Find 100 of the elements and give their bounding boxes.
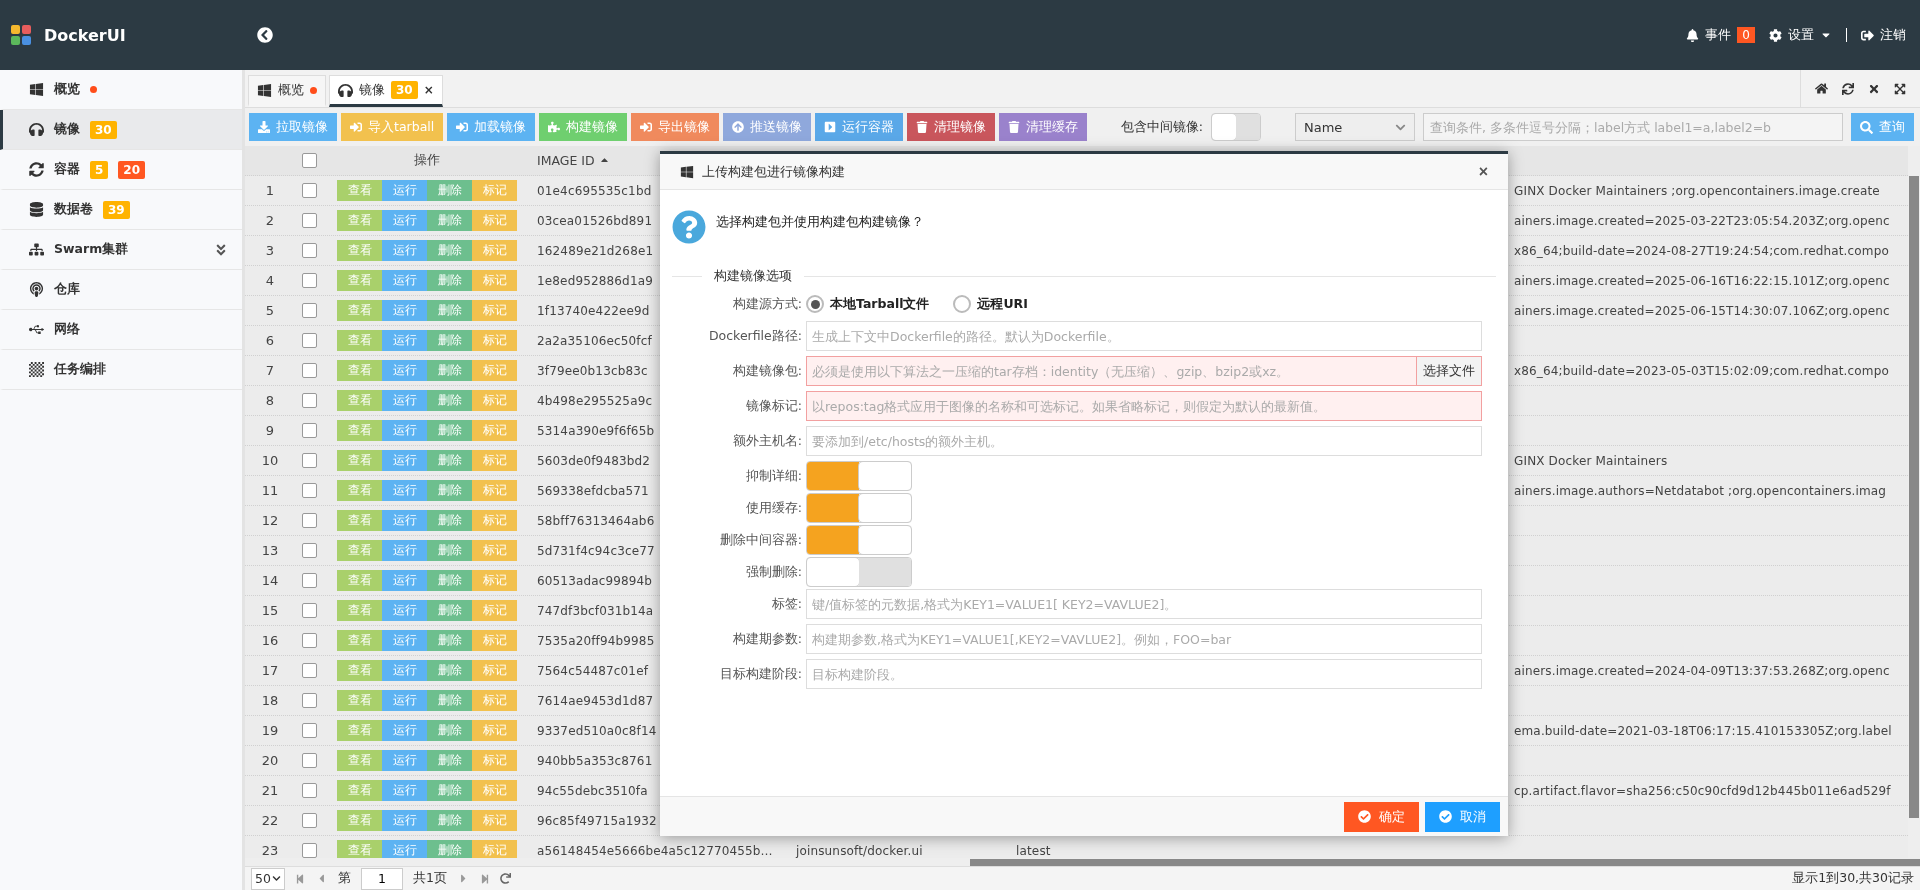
toolbar-button[interactable]: 导入tarball xyxy=(341,113,444,141)
tag-button[interactable]: 标记 xyxy=(472,720,517,741)
view-button[interactable]: 查看 xyxy=(337,720,382,741)
tag-button[interactable]: 标记 xyxy=(472,540,517,561)
view-button[interactable]: 查看 xyxy=(337,840,382,858)
checkbox[interactable] xyxy=(301,243,317,258)
delete-button[interactable]: 删除 xyxy=(427,360,472,381)
delete-button[interactable]: 删除 xyxy=(427,630,472,651)
checkbox[interactable] xyxy=(301,423,317,438)
refresh-icon[interactable] xyxy=(1842,82,1854,95)
view-button[interactable]: 查看 xyxy=(337,300,382,321)
fullscreen-icon[interactable] xyxy=(1894,82,1906,95)
run-button[interactable]: 运行 xyxy=(382,360,427,381)
run-button[interactable]: 运行 xyxy=(382,240,427,261)
search-button[interactable]: 查询 xyxy=(1851,113,1914,141)
sidebar-item[interactable]: 网络 xyxy=(0,310,242,350)
run-button[interactable]: 运行 xyxy=(382,840,427,858)
tag-button[interactable]: 标记 xyxy=(472,420,517,441)
delete-button[interactable]: 删除 xyxy=(427,420,472,441)
checkbox[interactable] xyxy=(301,183,317,198)
run-button[interactable]: 运行 xyxy=(382,630,427,651)
run-button[interactable]: 运行 xyxy=(382,450,427,471)
checkbox[interactable] xyxy=(301,483,317,498)
tag-button[interactable]: 标记 xyxy=(472,270,517,291)
tag-button[interactable]: 标记 xyxy=(472,810,517,831)
run-button[interactable]: 运行 xyxy=(382,600,427,621)
sidebar-item[interactable]: 容器 5 20 xyxy=(0,150,242,190)
view-button[interactable]: 查看 xyxy=(337,600,382,621)
run-button[interactable]: 运行 xyxy=(382,780,427,801)
checkbox[interactable] xyxy=(301,663,317,678)
tag-button[interactable]: 标记 xyxy=(472,360,517,381)
delete-button[interactable]: 删除 xyxy=(427,450,472,471)
checkbox[interactable] xyxy=(301,273,317,288)
tag-button[interactable]: 标记 xyxy=(472,240,517,261)
run-button[interactable]: 运行 xyxy=(382,210,427,231)
page-size-select[interactable]: 50 xyxy=(251,867,285,890)
delete-button[interactable]: 删除 xyxy=(427,540,472,561)
run-button[interactable]: 运行 xyxy=(382,540,427,561)
close-tab-button[interactable]: × xyxy=(423,83,434,97)
toggle-switch[interactable] xyxy=(806,557,912,587)
view-button[interactable]: 查看 xyxy=(337,330,382,351)
run-button[interactable]: 运行 xyxy=(382,750,427,771)
tag-button[interactable]: 标记 xyxy=(472,690,517,711)
toolbar-button[interactable]: 加载镜像 xyxy=(447,113,536,141)
tag-button[interactable]: 标记 xyxy=(472,660,517,681)
view-button[interactable]: 查看 xyxy=(337,450,382,471)
checkbox[interactable] xyxy=(301,843,317,858)
delete-button[interactable]: 删除 xyxy=(427,750,472,771)
checkbox[interactable] xyxy=(301,363,317,378)
page-input[interactable]: 1 xyxy=(361,867,403,890)
tag-button[interactable]: 标记 xyxy=(472,630,517,651)
view-button[interactable]: 查看 xyxy=(337,270,382,291)
tag-button[interactable]: 标记 xyxy=(472,300,517,321)
radio-option[interactable]: 本地Tarball文件 xyxy=(806,295,930,313)
delete-button[interactable]: 删除 xyxy=(427,660,472,681)
run-button[interactable]: 运行 xyxy=(382,420,427,441)
tag-button[interactable]: 标记 xyxy=(472,390,517,411)
sidebar-item[interactable]: 镜像 30 xyxy=(0,110,242,150)
choose-file-button[interactable]: 选择文件 xyxy=(1417,356,1482,386)
toggle-switch[interactable] xyxy=(806,461,912,491)
checkbox[interactable] xyxy=(301,543,317,558)
toggle-switch[interactable] xyxy=(1211,113,1261,141)
toolbar-button[interactable]: 导出镜像 xyxy=(631,113,720,141)
tag-button[interactable]: 标记 xyxy=(472,180,517,201)
checkbox[interactable] xyxy=(301,603,317,618)
sidebar-item[interactable]: Swarm集群 xyxy=(0,230,242,270)
view-button[interactable]: 查看 xyxy=(337,360,382,381)
tag-button[interactable]: 标记 xyxy=(472,450,517,471)
delete-button[interactable]: 删除 xyxy=(427,270,472,291)
toolbar-button[interactable]: 清理缓存 xyxy=(999,113,1088,141)
settings-icon[interactable] xyxy=(1769,28,1782,42)
run-button[interactable]: 运行 xyxy=(382,810,427,831)
checkbox[interactable] xyxy=(301,303,317,318)
checkbox[interactable] xyxy=(301,723,317,738)
settings-link[interactable]: 设置 xyxy=(1788,26,1814,44)
radio-button[interactable] xyxy=(806,295,824,313)
view-button[interactable]: 查看 xyxy=(337,210,382,231)
tag-button[interactable]: 标记 xyxy=(472,840,517,858)
tag-button[interactable]: 标记 xyxy=(472,330,517,351)
view-button[interactable]: 查看 xyxy=(337,420,382,441)
run-button[interactable]: 运行 xyxy=(382,330,427,351)
run-button[interactable]: 运行 xyxy=(382,480,427,501)
close-icon[interactable] xyxy=(1868,82,1880,95)
view-button[interactable]: 查看 xyxy=(337,810,382,831)
run-button[interactable]: 运行 xyxy=(382,570,427,591)
column-header[interactable]: IMAGE ID xyxy=(537,153,610,168)
run-button[interactable]: 运行 xyxy=(382,300,427,321)
logout-link[interactable]: 注销 xyxy=(1880,26,1906,44)
close-button[interactable]: × xyxy=(1472,161,1494,182)
tag-button[interactable]: 标记 xyxy=(472,780,517,801)
delete-button[interactable]: 删除 xyxy=(427,240,472,261)
view-button[interactable]: 查看 xyxy=(337,390,382,411)
tab[interactable]: 镜像 30 × xyxy=(329,75,443,107)
tab[interactable]: 概览 xyxy=(248,75,326,107)
run-button[interactable]: 运行 xyxy=(382,720,427,741)
reload-icon[interactable] xyxy=(499,873,511,884)
checkbox[interactable] xyxy=(301,213,317,228)
delete-button[interactable]: 删除 xyxy=(427,720,472,741)
tag-button[interactable]: 标记 xyxy=(472,480,517,501)
scrollbar[interactable] xyxy=(970,858,1920,866)
